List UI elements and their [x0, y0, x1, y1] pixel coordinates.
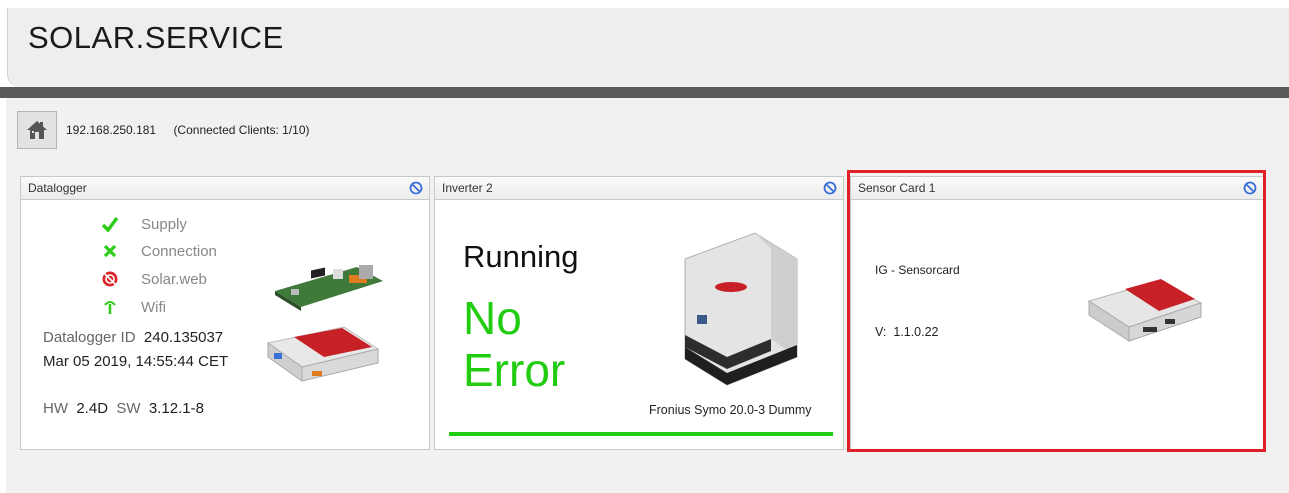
datalogger-id-label: Datalogger ID	[43, 329, 136, 346]
app-header: SOLAR.SERVICE	[7, 8, 1289, 88]
datalogger-device-image	[266, 326, 380, 382]
sensor-card-header: Sensor Card 1	[851, 177, 1263, 200]
status-label: Wifi	[141, 298, 166, 316]
sensor-close-icon[interactable]	[1243, 181, 1257, 195]
sensor-version-label: V:	[875, 325, 887, 339]
hw-label: HW	[43, 400, 68, 417]
home-icon	[27, 121, 47, 139]
home-button[interactable]	[17, 111, 57, 149]
datalogger-card[interactable]: Datalogger Supply Connection Solar.web W…	[20, 176, 430, 450]
datalogger-card-title: Datalogger	[28, 181, 87, 195]
ip-address: 192.168.250.181	[66, 123, 157, 137]
header-divider	[0, 87, 1289, 98]
status-connection: Connection	[99, 242, 217, 260]
connected-clients: (Connected Clients: 1/10)	[173, 123, 310, 137]
sensor-name: IG - Sensorcard	[875, 263, 960, 277]
sensor-card-title: Sensor Card 1	[858, 181, 936, 195]
sensor-version-value: 1.1.0.22	[893, 325, 939, 339]
status-supply: Supply	[99, 215, 187, 233]
inverter-card-header: Inverter 2	[435, 177, 843, 200]
status-label: Connection	[141, 242, 217, 260]
solarweb-icon	[102, 271, 118, 287]
status-label: Solar.web	[141, 270, 207, 288]
status-wifi: Wifi	[99, 298, 166, 316]
inverter-error-line2: Error	[463, 344, 566, 396]
sw-value: 3.12.1-8	[148, 400, 204, 417]
status-label: Supply	[141, 215, 187, 233]
cross-icon	[103, 244, 117, 258]
inverter-card-title: Inverter 2	[442, 181, 493, 195]
wifi-antenna-icon	[104, 301, 116, 314]
hw-value: 2.4D	[76, 400, 109, 417]
sensor-card-device-image	[1087, 279, 1203, 342]
inverter-card[interactable]: Inverter 2 Running No Error Fronius Symo…	[434, 176, 844, 450]
datalogger-card-header: Datalogger	[21, 177, 429, 200]
datalogger-close-icon[interactable]	[409, 181, 423, 195]
sensor-card[interactable]: Sensor Card 1 IG - Sensorcard V: 1.1.0.2…	[850, 176, 1264, 450]
datalogger-versions: HW 2.4D SW 3.12.1-8	[43, 400, 204, 417]
inverter-model: Fronius Symo 20.0-3 Dummy	[649, 403, 812, 417]
inverter-error-line1: No	[463, 292, 522, 344]
inverter-status-bar	[449, 432, 833, 436]
sw-label: SW	[116, 400, 141, 417]
datalogger-datetime: Mar 05 2019, 14:55:44 CET	[43, 353, 229, 370]
check-icon	[101, 216, 119, 232]
datalogger-id-value: 240.135037	[143, 329, 224, 346]
inverter-error-status: No Error	[463, 292, 565, 396]
sensor-version: V: 1.1.0.22	[875, 325, 939, 339]
datalogger-id: Datalogger ID 240.135037	[43, 329, 223, 346]
app-title: SOLAR.SERVICE	[28, 20, 284, 55]
inverter-close-icon[interactable]	[823, 181, 837, 195]
inverter-state: Running	[463, 239, 579, 274]
inverter-device-image	[684, 232, 798, 386]
connection-info: 192.168.250.181 (Connected Clients: 1/10…	[66, 123, 324, 137]
status-solarweb: Solar.web	[99, 270, 207, 288]
circuit-board-image	[275, 265, 383, 311]
